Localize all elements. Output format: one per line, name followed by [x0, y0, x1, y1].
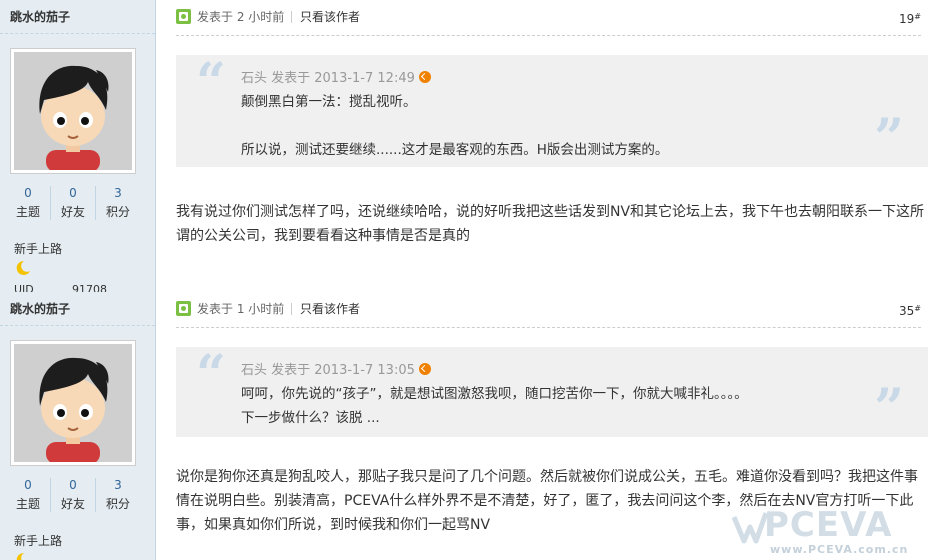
meta-divider — [291, 303, 292, 315]
floor-mark: # — [914, 12, 921, 21]
stat-value[interactable]: 0 — [6, 478, 50, 492]
online-status-icon — [176, 301, 191, 316]
author-sidebar: 跳水的茄子 0 主题 0 好 — [0, 292, 156, 560]
stat-label[interactable]: 主题 — [6, 203, 50, 220]
sidebar-divider — [0, 33, 155, 34]
quote-line: 呵呵，你先说的“孩子”，就是想试图激怒我呗，随口挖苦你一下，你就大喊非礼。。。。 — [241, 386, 748, 402]
watermark-url: www.PCEVA.com.cn — [770, 543, 909, 556]
quote-line: 下一步做什么？该脱 ... — [241, 410, 380, 426]
user-rank[interactable]: 新手上路 — [14, 532, 62, 549]
meta-separator — [176, 327, 921, 328]
quote-close-icon: ” — [874, 108, 904, 169]
only-author-link[interactable]: 只看该作者 — [300, 9, 360, 25]
stat-topics[interactable]: 0 主题 — [6, 186, 51, 220]
avatar-image — [14, 344, 132, 462]
stat-label[interactable]: 好友 — [51, 495, 95, 512]
goto-original-icon[interactable] — [418, 71, 431, 83]
author-sidebar: 跳水的茄子 0 主题 0 好 — [0, 0, 156, 292]
uid-value[interactable]: 91708 — [72, 283, 107, 292]
post-body: 我有说过你们测试怎样了吗，还说继续哈哈，说的好听我把这些话发到NV和其它论坛上去… — [176, 204, 925, 244]
sidebar-divider — [0, 325, 155, 326]
floor-value: 19 — [899, 12, 915, 26]
meta-separator — [176, 35, 921, 36]
post-19: 跳水的茄子 0 主题 0 好友 3 积分 新手上路 UID 91708 发表于 … — [0, 0, 939, 292]
author-name[interactable]: 跳水的茄子 — [10, 8, 70, 25]
moon-icon — [16, 552, 24, 560]
avatar[interactable] — [10, 340, 136, 466]
post-time: 发表于 1 小时前 — [197, 302, 285, 316]
online-status-icon — [176, 9, 191, 24]
post-meta: 发表于 2 小时前 只看该作者 19# — [176, 9, 921, 27]
quote-line: 颠倒黑白第一法：搅乱视听。 — [241, 94, 417, 110]
floor-number[interactable]: 35# — [899, 301, 921, 319]
watermark-logo: PCEVA — [764, 505, 893, 545]
quote-close-icon: ” — [874, 378, 904, 439]
stat-friends[interactable]: 0 好友 — [51, 186, 96, 220]
stat-value[interactable]: 3 — [96, 186, 140, 200]
quote-line: 所以说，测试还要继续......这才是最客观的东西。H版会出测试方案的。 — [241, 142, 669, 158]
pceva-logo-icon — [732, 512, 768, 544]
author-stats: 0 主题 0 好友 3 积分 — [0, 186, 155, 220]
uid-label: UID — [14, 283, 34, 292]
stat-label[interactable]: 主题 — [6, 495, 50, 512]
quote-block: “ 石头 发表于 2013-1-7 12:49 颠倒黑白第一法：搅乱视听。 所以… — [176, 55, 928, 167]
floor-value: 35 — [899, 304, 915, 318]
stat-value[interactable]: 3 — [96, 478, 140, 492]
floor-mark: # — [914, 304, 921, 313]
author-name[interactable]: 跳水的茄子 — [10, 300, 70, 317]
author-stats: 0 主题 0 好友 3 积分 — [0, 478, 155, 512]
quote-block: “ 石头 发表于 2013-1-7 13:05 呵呵，你先说的“孩子”，就是想试… — [176, 347, 928, 437]
only-author-link[interactable]: 只看该作者 — [300, 301, 360, 317]
stat-value[interactable]: 0 — [51, 186, 95, 200]
avatar[interactable] — [10, 48, 136, 174]
post-time: 发表于 2 小时前 — [197, 10, 285, 24]
stat-topics[interactable]: 0 主题 — [6, 478, 51, 512]
stat-label[interactable]: 积分 — [96, 203, 140, 220]
meta-divider — [291, 11, 292, 23]
stat-value[interactable]: 0 — [6, 186, 50, 200]
stat-value[interactable]: 0 — [51, 478, 95, 492]
stat-points[interactable]: 3 积分 — [96, 186, 140, 220]
avatar-image — [14, 52, 132, 170]
uid-row: UID 91708 — [14, 283, 134, 292]
moon-icon — [16, 260, 30, 275]
quote-header: 石头 发表于 2013-1-7 13:05 — [241, 359, 431, 378]
stat-label[interactable]: 好友 — [51, 203, 95, 220]
quote-open-icon: “ — [196, 344, 226, 405]
stat-label[interactable]: 积分 — [96, 495, 140, 512]
stat-friends[interactable]: 0 好友 — [51, 478, 96, 512]
stat-points[interactable]: 3 积分 — [96, 478, 140, 512]
post-meta: 发表于 1 小时前 只看该作者 35# — [176, 301, 921, 319]
post-content: 发表于 2 小时前 只看该作者 19# “ 石头 发表于 2013-1-7 12… — [176, 0, 929, 292]
goto-original-icon[interactable] — [418, 363, 431, 375]
user-rank[interactable]: 新手上路 — [14, 240, 62, 257]
floor-number[interactable]: 19# — [899, 9, 921, 27]
site-watermark: PCEVA www.PCEVA.com.cn — [730, 505, 939, 560]
quote-source: 石头 发表于 2013-1-7 13:05 — [241, 363, 415, 378]
quote-open-icon: “ — [196, 52, 226, 113]
quote-header: 石头 发表于 2013-1-7 12:49 — [241, 67, 431, 86]
quote-source: 石头 发表于 2013-1-7 12:49 — [241, 71, 415, 86]
